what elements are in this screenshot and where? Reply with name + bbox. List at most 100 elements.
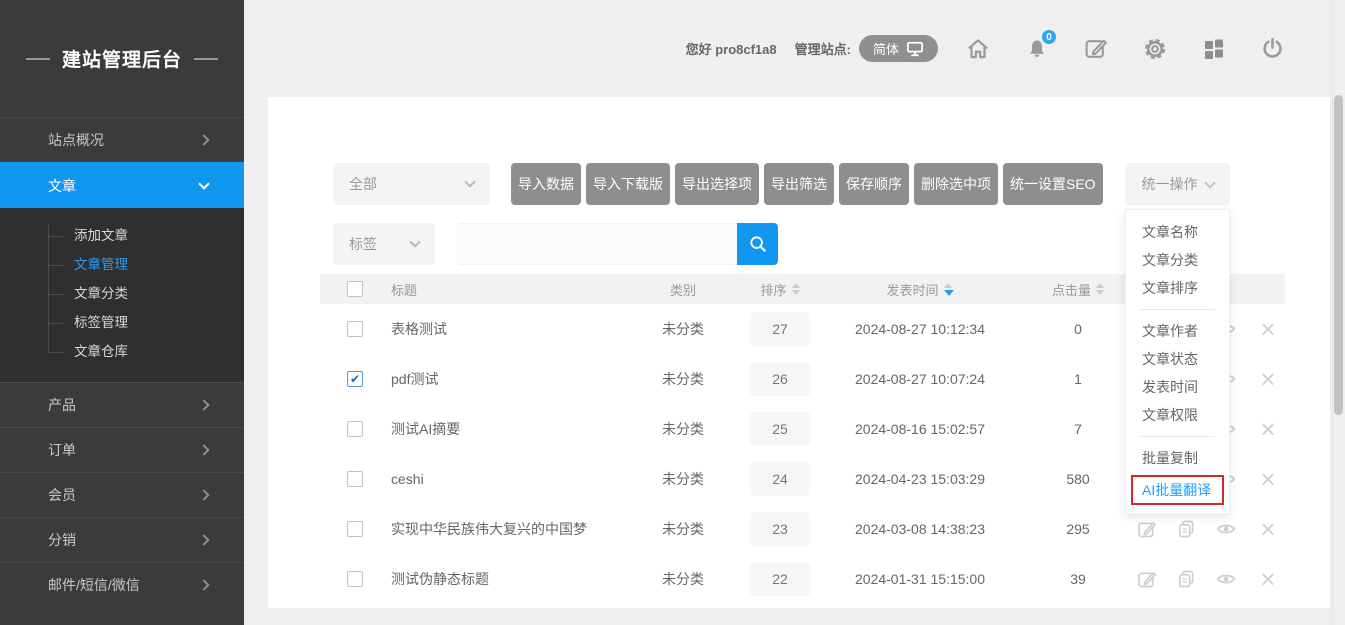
row-sort-value[interactable]: 24 bbox=[750, 462, 810, 496]
delete-icon[interactable]: × bbox=[1254, 454, 1282, 504]
row-checkbox[interactable] bbox=[347, 471, 363, 487]
sidebar-item-label: 会员 bbox=[48, 485, 76, 505]
menu-item-article-name[interactable]: 文章名称 bbox=[1126, 218, 1229, 246]
menu-item-article-author[interactable]: 文章作者 bbox=[1126, 317, 1229, 345]
submenu-item-add-article[interactable]: 添加文章 bbox=[0, 221, 244, 250]
chevron-down-icon bbox=[198, 178, 209, 189]
submenu-item-tag-manage[interactable]: 标签管理 bbox=[0, 308, 244, 337]
search-button[interactable] bbox=[737, 223, 778, 265]
row-sort-value[interactable]: 22 bbox=[750, 562, 810, 596]
tag-filter-select[interactable]: 标签 bbox=[333, 223, 435, 265]
edit-icon[interactable] bbox=[1132, 554, 1160, 604]
row-checkbox[interactable] bbox=[347, 571, 363, 587]
scrollbar-track[interactable] bbox=[1332, 0, 1345, 625]
view-icon[interactable] bbox=[1212, 554, 1240, 604]
menu-item-ai-batch-translate[interactable]: AI批量翻译 bbox=[1131, 475, 1224, 505]
sidebar-item-mail-sms-wechat[interactable]: 邮件/短信/微信 bbox=[0, 562, 244, 607]
row-clicks: 580 bbox=[1035, 454, 1121, 504]
header-publish-time[interactable]: 发表时间 bbox=[840, 274, 1000, 304]
sidebar-item-distribution[interactable]: 分销 bbox=[0, 517, 244, 562]
delete-icon[interactable]: × bbox=[1254, 304, 1282, 354]
row-publish-time: 2024-08-16 15:02:57 bbox=[840, 404, 1000, 454]
menu-divider bbox=[1140, 436, 1215, 437]
row-sort-value[interactable]: 26 bbox=[750, 362, 810, 396]
sidebar-item-label: 邮件/短信/微信 bbox=[48, 575, 140, 595]
row-category: 未分类 bbox=[650, 504, 716, 554]
header-category: 类别 bbox=[650, 274, 716, 304]
menu-item-publish-time[interactable]: 发表时间 bbox=[1126, 373, 1229, 401]
submenu-item-article-category[interactable]: 文章分类 bbox=[0, 279, 244, 308]
search-input[interactable] bbox=[457, 223, 737, 265]
apps-grid-icon[interactable] bbox=[1200, 35, 1227, 62]
row-checkbox[interactable] bbox=[347, 321, 363, 337]
menu-item-article-status[interactable]: 文章状态 bbox=[1126, 345, 1229, 373]
category-filter-select[interactable]: 全部 bbox=[333, 163, 490, 205]
toolbar-buttons: 导入数据 导入下载版 导出选择项 导出筛选 保存顺序 删除选中项 统一设置SEO bbox=[511, 163, 1103, 205]
row-title: 实现中华民族伟大复兴的中国梦 bbox=[391, 504, 641, 554]
home-icon[interactable] bbox=[964, 35, 991, 62]
header-clicks[interactable]: 点击量 bbox=[1035, 274, 1121, 304]
sidebar-item-label: 订单 bbox=[48, 440, 76, 460]
search-icon bbox=[747, 233, 769, 255]
articles-submenu: 添加文章 文章管理 文章分类 标签管理 文章仓库 bbox=[0, 208, 244, 382]
submenu-item-article-warehouse[interactable]: 文章仓库 bbox=[0, 337, 244, 366]
seo-settings-button[interactable]: 统一设置SEO bbox=[1003, 163, 1103, 205]
row-checkbox[interactable] bbox=[347, 521, 363, 537]
sidebar-item-label: 分销 bbox=[48, 530, 76, 550]
table-row: 测试伪静态标题 未分类 22 2024-01-31 15:15:00 39 bbox=[320, 554, 1285, 604]
submenu-item-article-manage[interactable]: 文章管理 bbox=[0, 250, 244, 279]
delete-selected-button[interactable]: 删除选中项 bbox=[914, 163, 998, 205]
chevron-right-icon bbox=[198, 399, 209, 410]
menu-item-article-category[interactable]: 文章分类 bbox=[1126, 246, 1229, 274]
power-icon[interactable] bbox=[1259, 35, 1286, 62]
chevron-right-icon bbox=[198, 579, 209, 590]
chevron-down-icon bbox=[1204, 177, 1215, 188]
bell-icon[interactable]: 0 bbox=[1023, 35, 1050, 62]
chevron-down-icon bbox=[464, 176, 475, 187]
tag-filter-value: 标签 bbox=[349, 234, 377, 254]
unified-action-label: 统一操作 bbox=[1142, 174, 1198, 194]
import-data-button[interactable]: 导入数据 bbox=[511, 163, 581, 205]
chevron-right-icon bbox=[198, 134, 209, 145]
header-sort[interactable]: 排序 bbox=[730, 274, 830, 304]
delete-icon[interactable]: × bbox=[1254, 504, 1282, 554]
sidebar-item-orders[interactable]: 订单 bbox=[0, 427, 244, 472]
header-publish-time-label: 发表时间 bbox=[886, 280, 938, 299]
export-filtered-button[interactable]: 导出筛选 bbox=[764, 163, 834, 205]
app-title: 建站管理后台 bbox=[0, 0, 244, 117]
compose-icon[interactable] bbox=[1082, 35, 1109, 62]
sidebar-item-articles[interactable]: 文章 bbox=[0, 162, 244, 208]
sidebar-item-members[interactable]: 会员 bbox=[0, 472, 244, 517]
save-order-button[interactable]: 保存顺序 bbox=[839, 163, 909, 205]
row-checkbox[interactable] bbox=[347, 421, 363, 437]
row-clicks: 39 bbox=[1035, 554, 1121, 604]
row-sort-value[interactable]: 25 bbox=[750, 412, 810, 446]
menu-item-article-sort[interactable]: 文章排序 bbox=[1126, 274, 1229, 302]
row-category: 未分类 bbox=[650, 554, 716, 604]
row-clicks: 7 bbox=[1035, 404, 1121, 454]
sidebar-item-products[interactable]: 产品 bbox=[0, 382, 244, 427]
row-checkbox[interactable] bbox=[347, 371, 363, 387]
sidebar-item-label: 产品 bbox=[48, 395, 76, 415]
unified-action-dropdown-button[interactable]: 统一操作 bbox=[1125, 163, 1230, 205]
app-title-text: 建站管理后台 bbox=[62, 45, 182, 72]
delete-icon[interactable]: × bbox=[1254, 404, 1282, 454]
row-sort-value[interactable]: 27 bbox=[750, 312, 810, 346]
scrollbar-thumb[interactable] bbox=[1334, 95, 1343, 415]
copy-icon[interactable] bbox=[1172, 554, 1200, 604]
language-switch[interactable]: 简体 bbox=[859, 35, 938, 62]
sidebar-item-site-overview[interactable]: 站点概况 bbox=[0, 117, 244, 162]
export-selected-button[interactable]: 导出选择项 bbox=[675, 163, 759, 205]
top-header: 您好 pro8cf1a8 管理站点: 简体 0 bbox=[244, 0, 1334, 97]
row-clicks: 1 bbox=[1035, 354, 1121, 404]
select-all-checkbox[interactable] bbox=[347, 281, 363, 297]
delete-icon[interactable]: × bbox=[1254, 354, 1282, 404]
menu-item-batch-copy[interactable]: 批量复制 bbox=[1126, 444, 1229, 472]
gear-icon[interactable] bbox=[1141, 35, 1168, 62]
menu-item-article-permission[interactable]: 文章权限 bbox=[1126, 401, 1229, 429]
import-download-button[interactable]: 导入下载版 bbox=[586, 163, 670, 205]
delete-icon[interactable]: × bbox=[1254, 554, 1282, 604]
row-sort-value[interactable]: 23 bbox=[750, 512, 810, 546]
category-filter-value: 全部 bbox=[349, 174, 377, 194]
chevron-down-icon bbox=[409, 236, 420, 247]
